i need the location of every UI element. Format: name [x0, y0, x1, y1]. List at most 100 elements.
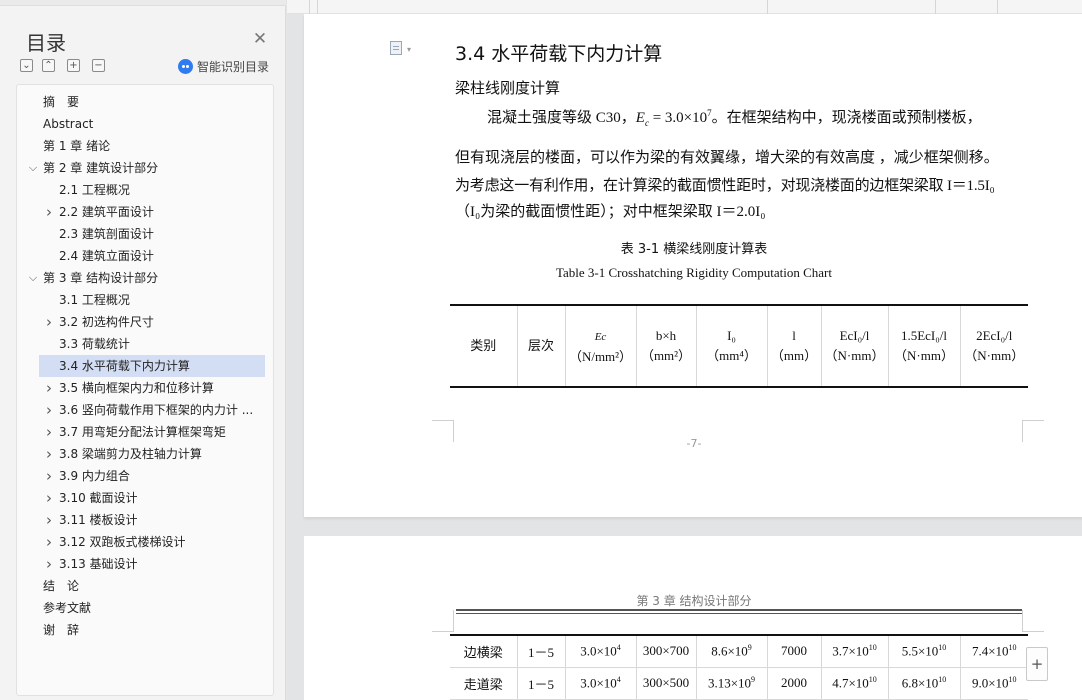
toc-item[interactable]: 结 论 [17, 575, 273, 597]
table-row: 走道梁 1－5 3.0×104 300×500 3.13×109 2000 4.… [450, 667, 1028, 700]
header-rule [456, 609, 1022, 611]
page-corner-mark [432, 610, 454, 632]
chevron-right-icon[interactable]: › [43, 509, 55, 531]
toc-item[interactable]: › 3.10 截面设计 [17, 487, 273, 509]
toc-item[interactable]: › 3.7 用弯矩分配法计算框架弯矩 [17, 421, 273, 443]
chevron-right-icon[interactable]: › [43, 201, 55, 223]
toc-item-label: 谢 辞 [43, 623, 80, 637]
toc-item[interactable]: › 3.6 竖向荷载作用下框架的内力计 ... [17, 399, 273, 421]
table-caption-cn: 表 3-1 横梁线刚度计算表 [620, 242, 768, 257]
toc-title: 目录 [26, 31, 66, 55]
toc-item[interactable]: 3.1 工程概况 [17, 289, 273, 311]
toc-item[interactable]: 2.1 工程概况 [17, 179, 273, 201]
toc-item-label: 第 1 章 绪论 [43, 139, 111, 153]
col-header-ecio-l: EcI₀/l （N·mm） [820, 305, 888, 387]
chevron-down-icon[interactable]: ⌵ [27, 157, 39, 179]
toc-item-label: 3.1 工程概况 [59, 293, 130, 307]
chevron-right-icon[interactable]: › [43, 421, 55, 443]
toc-item-label: 3.9 内力组合 [59, 469, 130, 483]
add-heading-icon[interactable]: + [67, 59, 80, 72]
toc-item[interactable]: 2.4 建筑立面设计 [17, 245, 273, 267]
sub-heading: 梁柱线刚度计算 [455, 79, 561, 97]
remove-heading-icon[interactable]: − [92, 59, 105, 72]
previous-page-bottom-strip [287, 0, 1082, 14]
toc-item[interactable]: 3.3 荷载统计 [17, 333, 273, 355]
section-heading: 3.4 水平荷载下内力计算 [455, 43, 663, 65]
toc-item[interactable]: › 3.2 初选构件尺寸 [17, 311, 273, 333]
chevron-right-icon[interactable]: › [43, 531, 55, 553]
col-header-bh: b×h （mm²） [635, 305, 696, 387]
chevron-down-icon[interactable]: ⌵ [27, 267, 39, 289]
toc-item[interactable]: › 3.5 横向框架内力和位移计算 [17, 377, 273, 399]
toc-item[interactable]: › 3.11 楼板设计 [17, 509, 273, 531]
page-corner-mark [1022, 610, 1044, 632]
toc-item-label: 第 3 章 结构设计部分 [43, 271, 159, 285]
col-header-ec: Ec （N/mm²） [564, 305, 636, 387]
toc-item-label: 3.12 双跑板式楼梯设计 [59, 535, 186, 549]
toc-item[interactable]: › 3.13 基础设计 [17, 553, 273, 575]
toc-item-label: Abstract [43, 117, 94, 131]
toc-item-label: 3.7 用弯矩分配法计算框架弯矩 [59, 425, 226, 439]
header-rule [456, 613, 1022, 614]
toc-item-label: 3.13 基础设计 [59, 557, 138, 571]
chevron-right-icon[interactable]: › [43, 487, 55, 509]
toc-item[interactable]: 摘 要 [17, 91, 273, 113]
ai-recognize-toc-button[interactable]: 智能识别目录 [178, 57, 269, 75]
paragraph-2: 但有现浇层的楼面，可以作为梁的有效翼缘，增大梁的有效高度 ，减少框架侧移。 [455, 150, 999, 166]
toc-item-label: 3.3 荷载统计 [59, 337, 130, 351]
toc-item[interactable]: Abstract [17, 113, 273, 135]
toc-item[interactable]: 第 1 章 绪论 [17, 135, 273, 157]
collapse-all-icon[interactable]: ⌄ [20, 59, 33, 72]
running-head: 第 3 章 结构设计部分 [636, 594, 752, 608]
chevron-right-icon[interactable]: › [43, 465, 55, 487]
toc-item[interactable]: › 2.2 建筑平面设计 [17, 201, 273, 223]
toc-item-label: 3.5 横向框架内力和位移计算 [59, 381, 214, 395]
toc-item[interactable]: › 3.12 双跑板式楼梯设计 [17, 531, 273, 553]
paragraph-4: （I₀为梁的截面惯性距）；对中框架梁取 I＝2.0I₀ [455, 204, 766, 220]
col-header-i0: I₀ （mm⁴） [695, 305, 767, 387]
col-header-l: l （mm） [766, 305, 821, 387]
expand-all-icon[interactable]: ⌃ [42, 59, 55, 72]
chevron-right-icon[interactable]: › [43, 399, 55, 421]
ai-recognize-icon [178, 58, 193, 74]
toc-item-label: 3.4 水平荷载下内力计算 [59, 359, 190, 373]
toc-item[interactable]: 谢 辞 [17, 619, 273, 641]
zoom-in-button[interactable]: + [1026, 647, 1048, 681]
toc-item-label: 2.2 建筑平面设计 [59, 205, 154, 219]
col-header-floor: 层次 [516, 305, 565, 387]
toc-item-label: 2.4 建筑立面设计 [59, 249, 154, 263]
page-8: 第 3 章 结构设计部分 边横梁 1－5 3.0×104 300×700 8.6… [304, 536, 1082, 700]
toc-item-label: 第 2 章 建筑设计部分 [43, 161, 159, 175]
ec-formula: Ec = 3.0×107 [635, 108, 712, 128]
paragraph-1: 混凝土强度等级 C30，Ec = 3.0×107。在框架结构中，现浇楼面或预制楼… [487, 108, 982, 128]
toc-item-label: 2.1 工程概况 [59, 183, 130, 197]
table-caption-en: Table 3-1 Crosshatching Rigidity Computa… [555, 265, 833, 280]
col-header-category: 类别 [470, 338, 497, 353]
chevron-right-icon[interactable]: › [43, 553, 55, 575]
paragraph-menu-icon[interactable] [390, 41, 402, 55]
col-header-2-ecio-l: 2EcI₀/l （N·mm） [959, 305, 1028, 387]
toc-item[interactable]: ⌵ 第 2 章 建筑设计部分 [17, 157, 273, 179]
toc-item-label: 3.8 梁端剪力及柱轴力计算 [59, 447, 202, 461]
col-header-1-5-ecio-l: 1.5EcI₀/l （N·mm） [887, 305, 960, 387]
close-icon[interactable]: ✕ [251, 30, 269, 48]
toc-item[interactable]: › 3.8 梁端剪力及柱轴力计算 [17, 443, 273, 465]
toc-item-label: 2.3 建筑剖面设计 [59, 227, 154, 241]
chevron-right-icon[interactable]: › [43, 311, 55, 333]
toc-item[interactable]: › 3.9 内力组合 [17, 465, 273, 487]
rigidity-table-header: 类别 层次 Ec （N/mm²） b×h （mm²） I₀ （mm⁴） l （mm） E… [450, 304, 1028, 388]
toc-item[interactable]: 3.4 水平荷载下内力计算 [39, 355, 265, 377]
chevron-right-icon[interactable]: › [43, 377, 55, 399]
chevron-down-icon[interactable]: ▾ [407, 45, 411, 54]
toc-list: 摘 要 Abstract 第 1 章 绪论 ⌵ 第 2 章 建筑设计部分 2.1 工程概况… [16, 84, 274, 696]
document-canvas[interactable]: ▾ 3.4 水平荷载下内力计算 梁柱线刚度计算 混凝土强度等级 C30，Ec =… [287, 0, 1082, 700]
table-row: 边横梁 1－5 3.0×104 300×700 8.6×109 7000 3.7… [450, 635, 1028, 668]
toc-item[interactable]: 2.3 建筑剖面设计 [17, 223, 273, 245]
toc-item[interactable]: ⌵ 第 3 章 结构设计部分 [17, 267, 273, 289]
toc-item[interactable]: 参考文献 [17, 597, 273, 619]
toc-item-label: 摘 要 [43, 95, 80, 109]
toc-sidebar: 目录 ✕ ⌄ ⌃ + − 智能识别目录 摘 要 Abstract 第 1 章 绪论 ⌵… [0, 0, 286, 700]
toc-item-label: 3.2 初选构件尺寸 [59, 315, 154, 329]
chevron-right-icon[interactable]: › [43, 443, 55, 465]
toc-item-label: 3.6 竖向荷载作用下框架的内力计 ... [59, 403, 254, 417]
